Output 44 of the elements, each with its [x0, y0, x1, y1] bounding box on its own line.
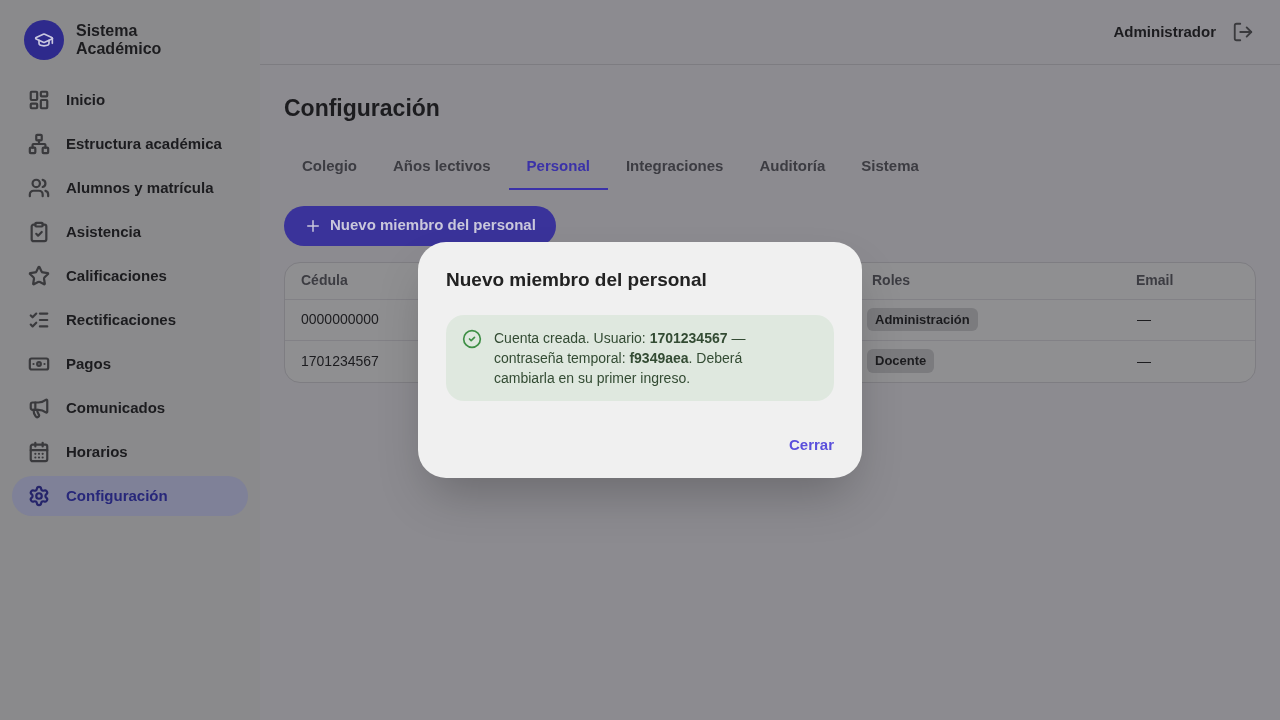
table-cell-text: —: [1137, 351, 1151, 371]
star-icon: [28, 265, 50, 287]
megaphone-icon: [28, 397, 50, 419]
column-header: Cédula: [301, 271, 348, 290]
role-chip: Administración: [867, 307, 978, 332]
table-cell-text: —: [1137, 310, 1151, 329]
column-header: Roles: [872, 271, 911, 290]
logo-icon: [24, 20, 64, 60]
page-title: Configuración: [284, 94, 441, 123]
table-cell-text: 1701234567: [301, 351, 379, 371]
user-name: Administrador: [1113, 21, 1216, 42]
dashboard-icon: [28, 89, 50, 111]
check-icon: [462, 328, 482, 349]
nav-item[interactable]: Estructura académica: [12, 124, 248, 164]
nav-item[interactable]: Rectificaciones: [12, 300, 248, 340]
checklist-icon: [28, 221, 50, 243]
calendar-icon: [28, 441, 50, 463]
success-message: Cuenta creada. Usuario: 1701234567 — contraseña temporal: f9349aea. Deberá cambiarla en su primer ingreso.: [494, 328, 747, 388]
tab[interactable]: Años lectivos: [375, 145, 509, 190]
tab[interactable]: Integraciones: [607, 145, 742, 190]
role-chip: Docente: [867, 349, 935, 373]
people-icon: [28, 177, 50, 199]
logout-icon[interactable]: [1232, 21, 1254, 43]
tab[interactable]: Auditoría: [741, 145, 844, 190]
nav-item[interactable]: Comunicados: [12, 388, 248, 428]
app-title: Sistema Académico: [76, 22, 163, 58]
checklist-icon: [28, 309, 50, 331]
nav-item[interactable]: Configuración: [12, 476, 248, 516]
tab[interactable]: Colegio: [284, 145, 375, 190]
tab[interactable]: Sistema: [843, 145, 937, 190]
nav-item[interactable]: Alumnos y matrícula: [12, 168, 248, 208]
nav-item[interactable]: Pagos: [12, 344, 248, 384]
close-button[interactable]: Cerrar: [788, 433, 834, 456]
column-header: Email: [1136, 271, 1174, 290]
hierarchy-icon: [28, 133, 50, 155]
new-member-button[interactable]: Nuevo miembro del personal: [284, 205, 556, 246]
settings-icon: [28, 485, 50, 507]
dialog-title: Nuevo miembro del personal: [446, 268, 708, 292]
table-cell-text: 0000000000: [301, 310, 379, 329]
nav-item[interactable]: Asistencia: [12, 212, 248, 252]
nav-item[interactable]: Horarios: [12, 432, 248, 472]
tab[interactable]: Personal: [508, 145, 608, 190]
nav-item[interactable]: Calificaciones: [12, 256, 248, 296]
nav-item[interactable]: Inicio: [12, 80, 248, 120]
